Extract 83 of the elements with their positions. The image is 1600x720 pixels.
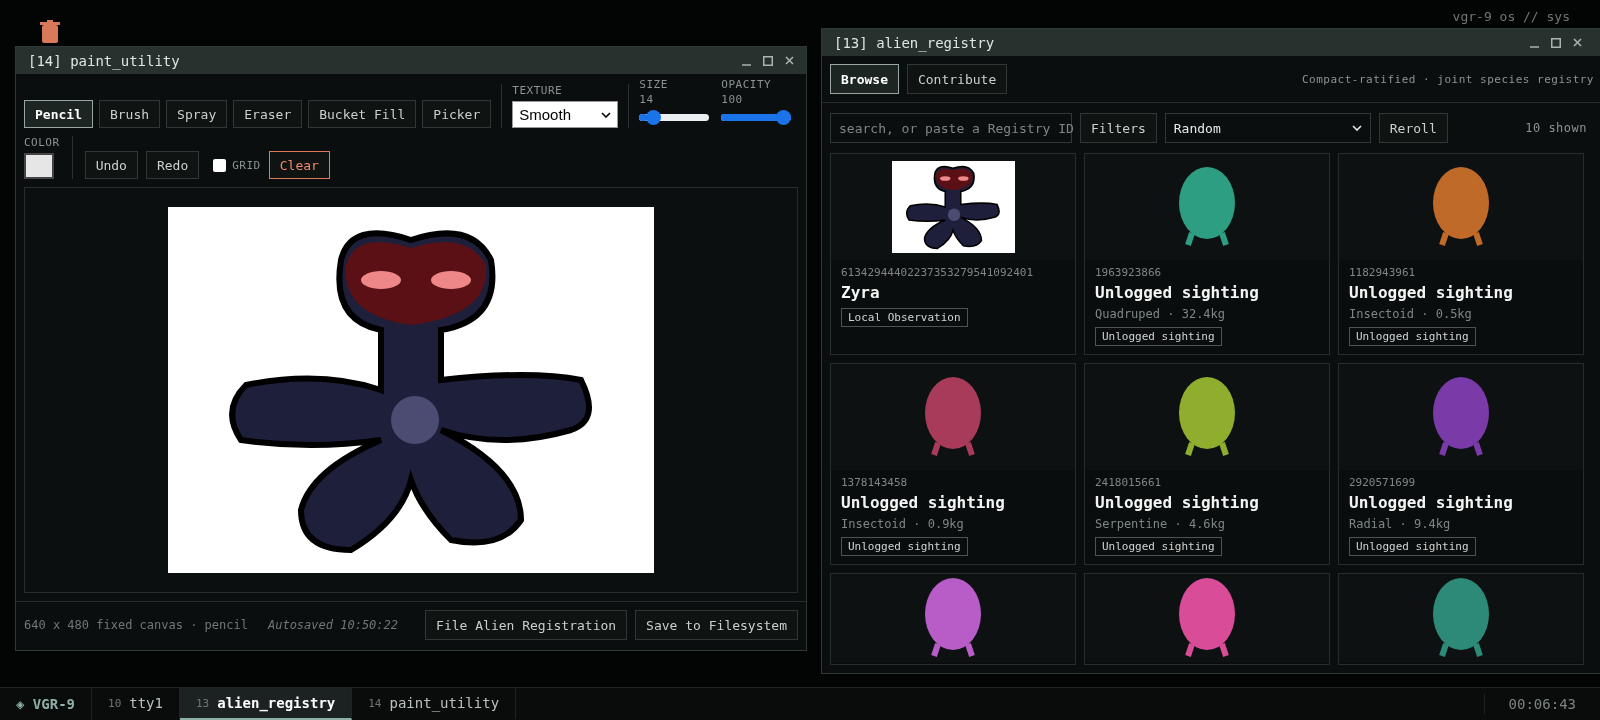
registry-id: 1963923866 — [1095, 266, 1163, 279]
registry-id: 2920571699 — [1349, 476, 1417, 489]
tab[interactable]: Contribute — [906, 64, 1008, 94]
drawing-canvas[interactable] — [168, 207, 654, 573]
slider-value: 14 — [639, 93, 655, 106]
species-name: Zyra — [841, 283, 881, 302]
texture-select[interactable]: Smooth — [512, 101, 619, 128]
tool-button[interactable]: Picker — [422, 100, 492, 128]
species-name: Unlogged sighting — [1349, 283, 1514, 302]
species-meta: Insectoid · 0.9kg — [841, 517, 965, 531]
chevron-icon — [1351, 125, 1362, 131]
species-card[interactable]: 1963923866 Unlogged sighting Quadruped · 32.4kg Unlogged sighting — [1084, 153, 1330, 355]
registry-id: 1378143458 — [841, 476, 909, 489]
color-label: COLOR — [24, 136, 60, 149]
slider-value: 100 — [721, 93, 744, 106]
registry-id: 1182943961 — [1349, 266, 1417, 279]
clock: 00:06:43 — [1483, 694, 1600, 714]
species-meta: Radial · 9.4kg — [1349, 517, 1452, 531]
autosave-status: Autosaved 10:50:22 — [267, 618, 398, 632]
sort-select[interactable]: Random — [1164, 113, 1371, 143]
slider[interactable] — [639, 110, 710, 125]
status-tag: Unlogged sighting — [1349, 327, 1476, 346]
registry-id: 2418015661 — [1095, 476, 1163, 489]
slider-thumb[interactable] — [776, 110, 792, 125]
maximize-icon[interactable] — [1551, 37, 1561, 48]
footer-button[interactable]: File Alien Registration — [425, 610, 628, 640]
action-button[interactable]: Redo — [145, 151, 200, 179]
species-name: Unlogged sighting — [1095, 283, 1260, 302]
slider-thumb[interactable] — [646, 110, 662, 125]
species-card[interactable]: 2418015661 Unlogged sighting Serpentine · 4.6kg Unlogged sighting — [1084, 363, 1330, 565]
species-meta: Quadruped · 32.4kg — [1095, 307, 1227, 321]
tool-button[interactable]: Brush — [98, 100, 161, 128]
registry-tagline: Compact-ratified · joint species registry — [1301, 72, 1594, 86]
grid-checkbox[interactable] — [213, 158, 227, 172]
species-card[interactable] — [830, 573, 1076, 665]
species-card[interactable]: 2920571699 Unlogged sighting Radial · 9.4kg Unlogged sighting — [1338, 363, 1584, 565]
clear-button[interactable]: Clear — [268, 151, 330, 179]
status-tag: Unlogged sighting — [841, 537, 968, 556]
reroll-button[interactable]: Reroll — [1378, 113, 1448, 143]
maximize-icon[interactable] — [763, 55, 773, 66]
texture-label: TEXTURE — [512, 84, 564, 97]
slider-label: SIZE — [639, 78, 669, 91]
window-title: [13] alien_registry — [834, 34, 995, 51]
canvas-status: 640 x 480 fixed canvas · pencil — [24, 618, 248, 632]
window-title: [14] paint_utility — [28, 52, 180, 69]
trash-icon[interactable] — [40, 20, 60, 44]
species-card[interactable] — [1338, 573, 1584, 665]
status-tag: Unlogged sighting — [1095, 537, 1222, 556]
species-card[interactable]: 61342944402237353279541092401 Zyra Local Observation — [830, 153, 1076, 355]
status-tag: Unlogged sighting — [1349, 537, 1476, 556]
taskbar-item[interactable]: 14 paint_utility — [352, 688, 517, 720]
chevron-icon — [601, 111, 612, 118]
search-field[interactable]: search, or paste a Registry ID — [830, 113, 1072, 143]
species-card[interactable]: 1182943961 Unlogged sighting Insectoid · 0.5kg Unlogged sighting — [1338, 153, 1584, 355]
slider-label: OPACITY — [721, 78, 773, 91]
system-label: vgr-9 os // sys — [1452, 9, 1570, 24]
taskbar-item[interactable]: 13 alien_registry — [180, 688, 353, 720]
slider[interactable] — [721, 110, 792, 125]
os-brand[interactable]: ◈ VGR-9 — [0, 688, 92, 720]
status-tag: Unlogged sighting — [1095, 327, 1222, 346]
species-meta: Insectoid · 0.5kg — [1349, 307, 1473, 321]
tool-button[interactable]: Pencil — [24, 100, 93, 128]
species-card[interactable]: 1378143458 Unlogged sighting Insectoid · 0.9kg Unlogged sighting — [830, 363, 1076, 565]
results-count: 10 shown — [1525, 121, 1587, 135]
taskbar-item[interactable]: 10 tty1 — [92, 688, 180, 720]
tool-button[interactable]: Bucket Fill — [308, 100, 417, 128]
close-icon[interactable] — [1573, 37, 1582, 47]
close-icon[interactable] — [785, 55, 794, 65]
status-tag: Local Observation — [841, 308, 968, 327]
filters-button[interactable]: Filters — [1080, 113, 1157, 143]
action-button[interactable]: Undo — [84, 151, 138, 179]
tool-button[interactable]: Eraser — [233, 100, 303, 128]
color-swatch[interactable] — [24, 153, 54, 179]
footer-button[interactable]: Save to Filesystem — [635, 610, 798, 640]
tool-button[interactable]: Spray — [166, 100, 228, 128]
species-name: Unlogged sighting — [1095, 493, 1260, 512]
tab[interactable]: Browse — [830, 64, 899, 94]
registry-id: 61342944402237353279541092401 — [841, 266, 1035, 279]
species-name: Unlogged sighting — [1349, 493, 1514, 512]
species-card[interactable] — [1084, 573, 1330, 665]
species-meta: Serpentine · 4.6kg — [1095, 517, 1227, 531]
species-name: Unlogged sighting — [841, 493, 1006, 512]
grid-label: GRID — [232, 158, 261, 172]
